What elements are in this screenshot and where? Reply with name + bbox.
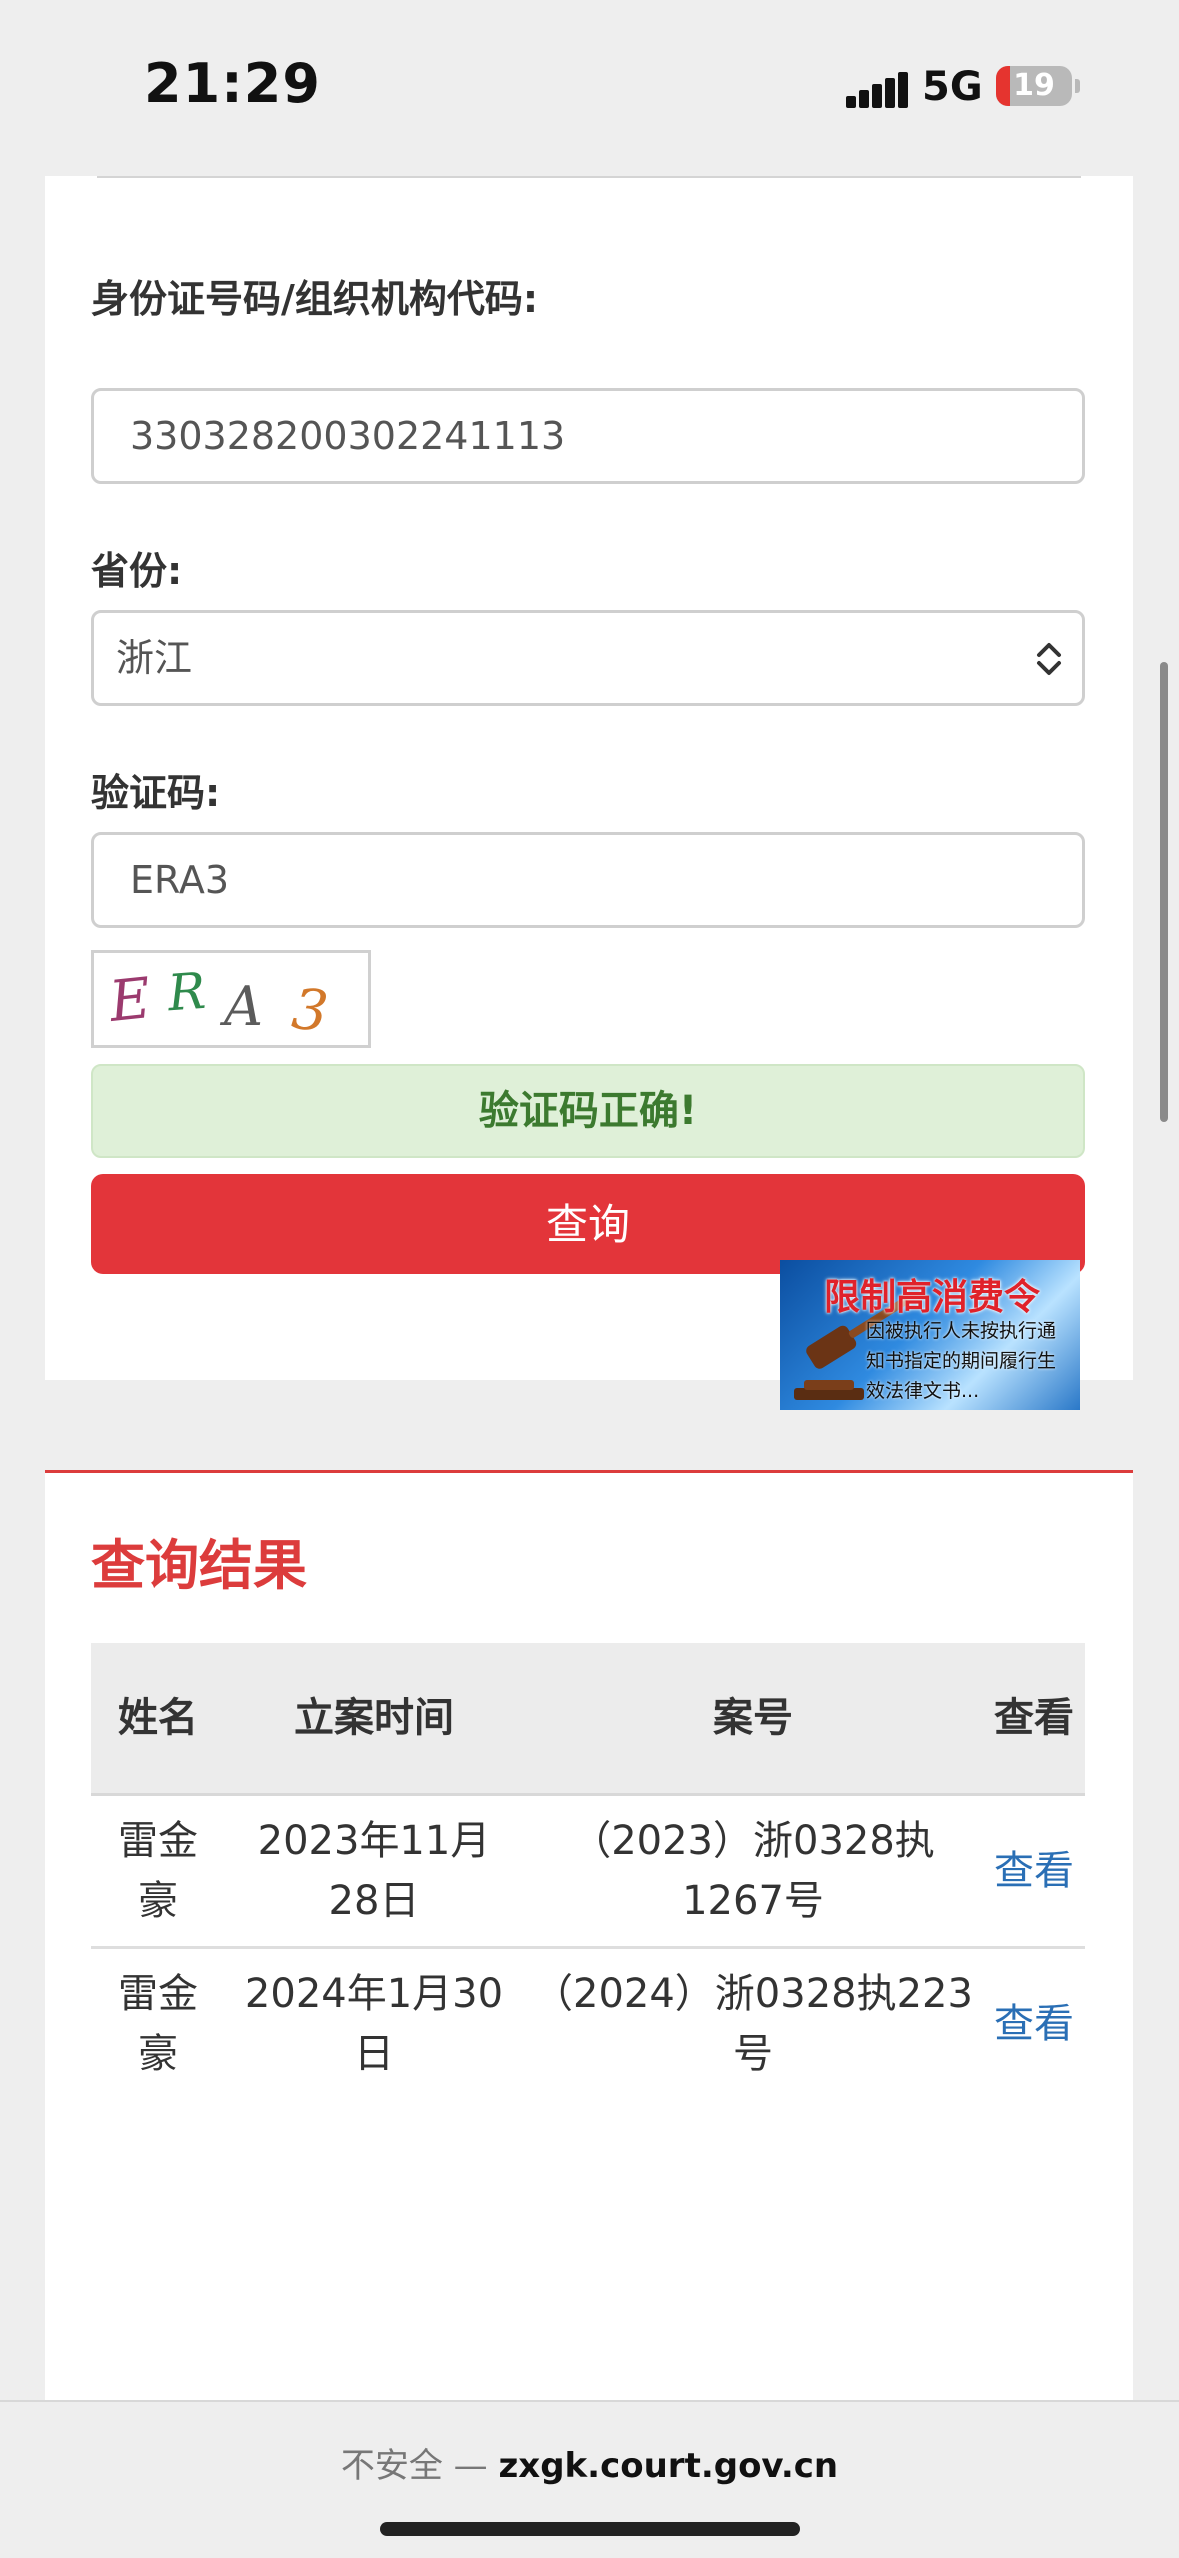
captcha-input[interactable]: ERA3 xyxy=(91,832,1085,928)
captcha-image[interactable]: E R A 3 xyxy=(91,950,371,1048)
status-bar: 21:29 5G 19 xyxy=(0,0,1179,170)
svg-text:R: R xyxy=(165,962,208,1023)
scrollbar[interactable] xyxy=(1160,662,1168,1122)
province-value: 浙江 xyxy=(116,636,193,680)
cell-date: 2023年11月28日 xyxy=(225,1794,523,1949)
cellular-signal-icon xyxy=(846,70,908,108)
captcha-graphic: E R A 3 xyxy=(105,962,331,1045)
column-header-date: 立案时间 xyxy=(225,1643,523,1796)
svg-text:A: A xyxy=(219,975,263,1038)
id-number-input[interactable]: 330328200302241113 xyxy=(91,388,1085,484)
results-section: 查询结果 姓名 立案时间 案号 查看 雷金豪 2023年11月28日 （2023… xyxy=(45,1470,1133,2403)
province-select[interactable]: 浙江 xyxy=(91,610,1085,706)
select-updown-icon xyxy=(1037,643,1061,675)
cell-date: 2024年1月30日 xyxy=(244,1971,504,2077)
battery-cap xyxy=(1075,79,1080,93)
status-time: 21:29 xyxy=(144,52,321,115)
url-display[interactable]: 不安全 — zxgk.court.gov.cn xyxy=(0,2438,1179,2487)
battery-icon: 19 xyxy=(996,66,1072,106)
svg-text:E: E xyxy=(105,966,153,1035)
table-row: 雷金豪 2024年1月30日 （2024）浙0328执223号 查看 xyxy=(91,1948,1085,2100)
view-link[interactable]: 查看 xyxy=(983,1794,1085,1949)
battery-level: 19 xyxy=(1013,68,1055,103)
id-number-value: 330328200302241113 xyxy=(130,414,566,458)
cell-name: 雷金豪 xyxy=(91,1794,225,1949)
cell-case-number: （2024）浙0328执223号 xyxy=(533,1971,973,2077)
ad-body: 因被执行人未按执行通知书指定的期间履行生效法律文书... xyxy=(866,1320,1057,1402)
domain-text: zxgk.court.gov.cn xyxy=(498,2446,839,2486)
query-form: 身份证号码/组织机构代码: 330328200302241113 省份: 浙江 … xyxy=(45,176,1133,1380)
svg-text:3: 3 xyxy=(289,977,331,1045)
province-label: 省份: xyxy=(91,549,183,593)
ad-title: 限制高消费令 xyxy=(824,1277,1041,1318)
home-indicator[interactable] xyxy=(380,2522,800,2536)
results-table: 姓名 立案时间 案号 查看 雷金豪 2023年11月28日 （2023）浙032… xyxy=(91,1643,1085,2099)
ad-banner[interactable]: 限制高消费令 因被执行人未按执行通知书指定的期间履行生效法律文书... xyxy=(780,1260,1080,1410)
divider xyxy=(97,176,1081,178)
network-type: 5G xyxy=(922,64,983,110)
captcha-value: ERA3 xyxy=(130,858,230,902)
cell-name: 雷金豪 xyxy=(118,1971,198,2077)
table-header-row: 姓名 立案时间 案号 查看 xyxy=(91,1643,1085,1796)
column-header-case-number: 案号 xyxy=(523,1643,983,1796)
table-row: 雷金豪 2023年11月28日 （2023）浙0328执1267号 查看 xyxy=(91,1794,1085,1949)
column-header-view: 查看 xyxy=(983,1643,1085,1796)
insecure-label: 不安全 — xyxy=(340,2446,488,2486)
browser-address-bar[interactable]: 不安全 — zxgk.court.gov.cn xyxy=(0,2400,1179,2558)
column-header-name: 姓名 xyxy=(91,1643,225,1796)
captcha-success-message: 验证码正确! xyxy=(91,1064,1085,1158)
id-number-label: 身份证号码/组织机构代码: xyxy=(91,277,539,321)
captcha-label: 验证码: xyxy=(91,771,221,815)
results-title: 查询结果 xyxy=(91,1534,307,1597)
view-link[interactable]: 查看 xyxy=(983,1948,1085,2100)
cell-case-number: （2023）浙0328执1267号 xyxy=(523,1794,983,1949)
query-button[interactable]: 查询 xyxy=(91,1174,1085,1274)
